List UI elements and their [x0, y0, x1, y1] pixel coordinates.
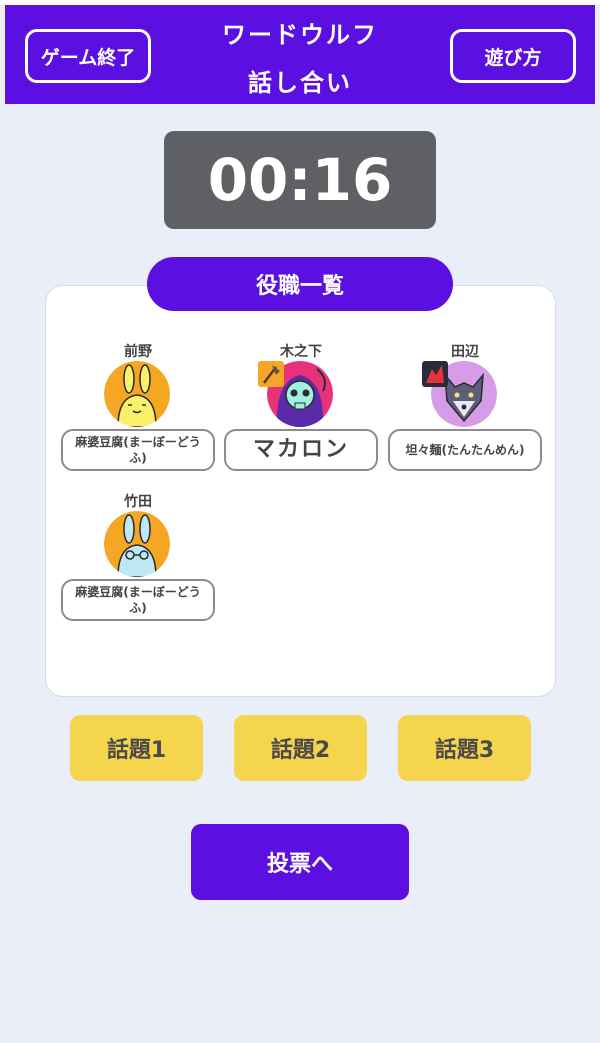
player-name: 竹田: [124, 494, 152, 510]
go-to-vote-button[interactable]: 投票へ: [191, 824, 409, 900]
axe-badge-icon: [258, 361, 284, 387]
how-to-play-button[interactable]: 遊び方: [450, 29, 576, 83]
player-name: 田辺: [451, 344, 479, 360]
topic-3-button[interactable]: 話題3: [398, 715, 531, 781]
player-word: 坦々麺(たんたんめん): [388, 429, 542, 471]
header-bar: ゲーム終了 ワードウルフ 話し合い 遊び方: [5, 5, 595, 104]
player-name: 木之下: [280, 344, 322, 360]
topic-1-button[interactable]: 話題1: [70, 715, 203, 781]
countdown-timer: 00:16: [164, 131, 436, 229]
topic-2-button[interactable]: 話題2: [234, 715, 367, 781]
end-game-button[interactable]: ゲーム終了: [25, 29, 151, 83]
player-word: 麻婆豆腐(まーぼーどうふ): [61, 429, 215, 471]
app-title: ワードウルフ: [222, 21, 378, 49]
roles-heading: 役職一覧: [147, 257, 453, 311]
blue-rabbit-icon: [104, 511, 170, 577]
player-word: マカロン: [224, 429, 378, 471]
phase-title: 話し合い: [248, 69, 352, 97]
roles-panel: 前野 麻婆豆腐(まーぼーどうふ) 木之下 マカロン 田辺 坦々麺(たんたんめん)…: [45, 285, 556, 697]
player-word: 麻婆豆腐(まーぼーどうふ): [61, 579, 215, 621]
werewolf-badge-icon: [422, 361, 448, 387]
player-name: 前野: [124, 344, 152, 360]
yellow-rabbit-icon: [104, 361, 170, 427]
